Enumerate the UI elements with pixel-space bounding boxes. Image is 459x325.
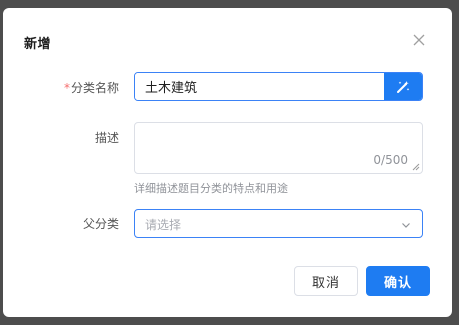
close-icon[interactable] bbox=[411, 32, 427, 48]
description-label: 描述 bbox=[94, 131, 119, 145]
magic-wand-icon bbox=[397, 80, 410, 93]
category-name-input[interactable] bbox=[135, 73, 384, 100]
description-char-counter: 0/500 bbox=[373, 153, 408, 167]
parent-category-select[interactable]: 请选择 bbox=[134, 209, 423, 238]
select-placeholder: 请选择 bbox=[145, 218, 182, 232]
description-field: 0/500 bbox=[134, 122, 423, 174]
cancel-button[interactable]: 取消 bbox=[294, 266, 358, 296]
ai-generate-button[interactable] bbox=[384, 73, 422, 100]
dialog-title: 新增 bbox=[24, 37, 52, 52]
category-name-label-text: 分类名称 bbox=[70, 81, 119, 95]
parent-category-label: 父分类 bbox=[82, 217, 119, 231]
category-name-label: *分类名称 bbox=[59, 79, 119, 96]
description-help-text: 详细描述题目分类的特点和用途 bbox=[134, 182, 288, 195]
add-category-dialog: 新增 *分类名称 描述 0/500 详细描述题目分类的特点和用途 父分类 请选择 bbox=[3, 8, 452, 317]
required-mark: * bbox=[63, 81, 70, 95]
confirm-button[interactable]: 确认 bbox=[366, 266, 430, 296]
resize-handle-icon[interactable] bbox=[412, 163, 420, 171]
chevron-down-icon bbox=[402, 223, 410, 228]
category-name-field bbox=[134, 72, 423, 101]
